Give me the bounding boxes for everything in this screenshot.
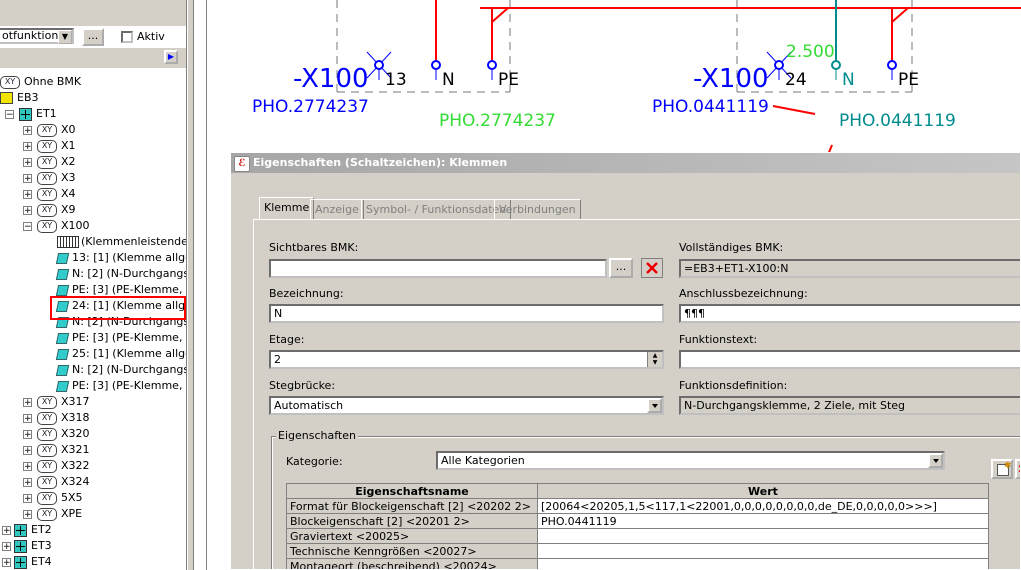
left-terminal-n bbox=[431, 60, 441, 70]
right-term-pe-label: PE bbox=[898, 70, 919, 90]
property-value[interactable]: [20064<20205,1,5<117,1<22001,0,0,0,0,0,0… bbox=[537, 498, 989, 514]
property-name: Technische Kenngrößen <20027> bbox=[286, 543, 538, 559]
dialog-title: Eigenschaften (Schaltzeichen): Klemmen bbox=[253, 156, 508, 169]
property-value[interactable] bbox=[537, 543, 989, 559]
app-icon: ℰ bbox=[234, 156, 250, 172]
stegbruecke-label: Stegbrücke: bbox=[269, 379, 336, 392]
property-name: Montageort (beschreibend) <20024> bbox=[286, 558, 538, 569]
left-terminal-13 bbox=[374, 60, 384, 70]
right-bmk-label: -X100 bbox=[693, 64, 769, 94]
tab-anzeige[interactable]: Anzeige bbox=[310, 199, 364, 219]
stegbruecke-select[interactable]: Automatisch bbox=[269, 396, 664, 415]
sichtbares-bmk-input[interactable] bbox=[269, 259, 607, 278]
left-pe-branch bbox=[491, 7, 509, 23]
etage-label: Etage: bbox=[269, 333, 305, 346]
tab-klemme[interactable]: Klemme bbox=[259, 197, 315, 220]
right-term-n-label: N bbox=[842, 70, 855, 90]
delete-icon: ✕ bbox=[1017, 462, 1020, 476]
right-terminal-24 bbox=[774, 60, 784, 70]
left-pho-blue: PHO.2774237 bbox=[252, 97, 369, 117]
property-value[interactable] bbox=[537, 558, 989, 569]
grid-header-value[interactable]: Wert bbox=[537, 483, 989, 499]
kategorie-label: Kategorie: bbox=[286, 455, 343, 468]
right-pho-blue: PHO.0441119 bbox=[652, 97, 769, 117]
left-terminal-pe bbox=[487, 60, 497, 70]
right-terminal-n bbox=[831, 60, 841, 70]
funktionstext-input[interactable] bbox=[679, 350, 1020, 369]
right-pho-teal: PHO.0441119 bbox=[839, 111, 956, 131]
table-row[interactable]: Technische Kenngrößen <20027> bbox=[286, 543, 989, 559]
sichtbares-bmk-browse-button[interactable]: ... bbox=[609, 258, 633, 278]
dialog-titlebar[interactable]: ℰ Eigenschaften (Schaltzeichen): Klemmen bbox=[231, 153, 1020, 173]
property-name: Graviertext <20025> bbox=[286, 528, 538, 544]
sichtbares-bmk-label: Sichtbares BMK: bbox=[269, 241, 359, 254]
table-row[interactable]: Format für Blockeigenschaft [2] <20202 2… bbox=[286, 498, 989, 514]
left-term-pe-label: PE bbox=[498, 70, 519, 90]
property-value[interactable]: PHO.0441119 bbox=[537, 513, 989, 529]
kategorie-select[interactable]: Alle Kategorien bbox=[436, 451, 945, 470]
stegbruecke-value: Automatisch bbox=[274, 399, 344, 412]
properties-dialog: ℰ Eigenschaften (Schaltzeichen): Klemmen… bbox=[230, 152, 1021, 570]
table-row[interactable]: Montageort (beschreibend) <20024> bbox=[286, 558, 989, 569]
property-name: Format für Blockeigenschaft [2] <20202 2… bbox=[286, 498, 538, 514]
vollstaendiges-bmk-input[interactable]: =EB3+ET1-X100:N bbox=[679, 259, 1020, 278]
right-terminal-pe bbox=[887, 60, 897, 70]
annotation-short-line bbox=[772, 105, 816, 115]
bezeichnung-input[interactable]: N bbox=[269, 304, 664, 323]
vollstaendiges-bmk-label: Vollständiges BMK: bbox=[679, 241, 784, 254]
anschlussbezeichnung-label: Anschlussbezeichnung: bbox=[679, 287, 808, 300]
anschlussbezeichnung-input[interactable]: ¶¶¶ bbox=[679, 304, 1020, 323]
clear-button[interactable] bbox=[641, 258, 663, 278]
property-name: Blockeigenschaft [2] <20201 2> bbox=[286, 513, 538, 529]
left-term-13-label: 13 bbox=[385, 70, 407, 90]
left-term-n-label: N bbox=[442, 70, 455, 90]
funktionsdefinition-label: Funktionsdefinition: bbox=[679, 379, 788, 392]
spinner-icon[interactable]: ▲ ▼ bbox=[647, 352, 662, 367]
red-x-icon bbox=[646, 262, 658, 274]
tab-symbol-funktionsdaten[interactable]: Symbol- / Funktionsdaten bbox=[361, 199, 512, 219]
star-icon: ✱ bbox=[1004, 461, 1012, 471]
table-row[interactable]: Blockeigenschaft [2] <20201 2> PHO.044111… bbox=[286, 513, 989, 529]
properties-grid: Eigenschaftsname Wert Format für Blockei… bbox=[286, 483, 989, 569]
left-pho-green: PHO.2774237 bbox=[439, 111, 556, 131]
table-row[interactable]: Graviertext <20025> bbox=[286, 528, 989, 544]
funktionstext-label: Funktionstext: bbox=[679, 333, 758, 346]
funktionsdefinition-input[interactable]: N-Durchgangsklemme, 2 Ziele, mit Steg bbox=[679, 396, 1020, 415]
chevron-down-icon[interactable] bbox=[647, 398, 662, 413]
right-term-24-label: 24 bbox=[785, 70, 807, 90]
right-value-label: 2.500 bbox=[786, 42, 835, 62]
property-value[interactable] bbox=[537, 528, 989, 544]
delete-property-button[interactable]: ✕ bbox=[1015, 459, 1020, 479]
etage-input[interactable]: 2 ▲ ▼ bbox=[269, 350, 664, 369]
left-bmk-label: -X100 bbox=[293, 64, 369, 94]
bezeichnung-label: Bezeichnung: bbox=[269, 287, 344, 300]
new-property-button[interactable]: ✱ bbox=[991, 459, 1013, 479]
chevron-down-icon[interactable] bbox=[928, 453, 943, 468]
grid-header-name[interactable]: Eigenschaftsname bbox=[286, 483, 538, 499]
eigenschaften-group-label: Eigenschaften bbox=[276, 429, 358, 442]
etage-value: 2 bbox=[274, 353, 281, 366]
tab-verbindungen[interactable]: Verbindungen bbox=[494, 199, 581, 219]
grid-body: Format für Blockeigenschaft [2] <20202 2… bbox=[286, 498, 989, 569]
right-pe-branch bbox=[891, 7, 909, 23]
kategorie-value: Alle Kategorien bbox=[441, 454, 525, 467]
